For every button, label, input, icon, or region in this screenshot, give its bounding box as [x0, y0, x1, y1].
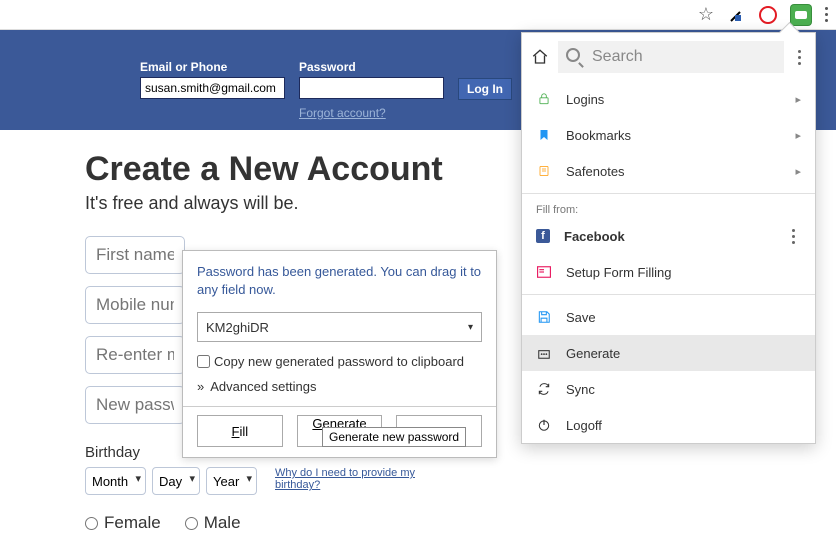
power-icon — [536, 417, 552, 433]
action-generate[interactable]: Generate — [522, 335, 815, 371]
browser-menu-icon[interactable] — [825, 7, 828, 22]
form-icon — [536, 264, 552, 280]
password-label: Password — [299, 60, 444, 74]
first-name-input[interactable] — [85, 236, 185, 274]
password-input[interactable] — [299, 77, 444, 99]
gender-female[interactable]: Female — [85, 513, 161, 533]
generator-message: Password has been generated. You can dra… — [197, 263, 482, 298]
month-select[interactable]: Month — [85, 467, 146, 495]
opera-icon[interactable] — [759, 6, 777, 24]
mobile-input[interactable] — [85, 286, 185, 324]
roboform-extension-icon[interactable] — [791, 5, 811, 25]
bookmark-star-icon[interactable] — [697, 6, 715, 24]
nav-bookmarks[interactable]: Bookmarks▸ — [522, 117, 815, 153]
setup-form-filling[interactable]: Setup Form Filling — [522, 254, 815, 290]
nav-safenotes[interactable]: Safenotes▸ — [522, 153, 815, 189]
bookmark-icon — [536, 127, 552, 143]
tooltip: Generate new password — [322, 427, 466, 447]
sync-icon — [536, 381, 552, 397]
roboform-panel: Search Logins▸ Bookmarks▸ Safenotes▸ Fil… — [521, 32, 816, 444]
extension-search-input[interactable]: Search — [558, 41, 784, 73]
nav-logins[interactable]: Logins▸ — [522, 81, 815, 117]
reenter-input[interactable] — [85, 336, 185, 374]
chevron-right-icon: ▸ — [795, 93, 801, 106]
login-button[interactable]: Log In — [458, 78, 512, 100]
generate-icon — [536, 345, 552, 361]
why-birthday-link[interactable]: Why do I need to provide my birthday? — [275, 467, 415, 491]
chevron-right-icon: ▸ — [795, 165, 801, 178]
extension-wand-icon[interactable] — [729, 7, 745, 23]
lock-icon — [536, 91, 552, 107]
item-menu-icon[interactable] — [786, 229, 801, 244]
forgot-account-link[interactable]: Forgot account? — [299, 106, 444, 120]
fill-from-label: Fill from: — [522, 198, 815, 218]
home-icon[interactable] — [530, 47, 550, 67]
note-icon — [536, 163, 552, 179]
year-select[interactable]: Year — [206, 467, 257, 495]
gender-male[interactable]: Male — [185, 513, 241, 533]
action-sync[interactable]: Sync — [522, 371, 815, 407]
email-label: Email or Phone — [140, 60, 285, 74]
new-password-input[interactable] — [85, 386, 185, 424]
dropdown-caret-icon[interactable]: ▾ — [468, 322, 473, 333]
fill-button[interactable]: Fill — [197, 415, 283, 447]
generated-password-field[interactable]: KM2ghiDR ▾ — [197, 312, 482, 342]
panel-menu-icon[interactable] — [792, 50, 807, 65]
search-icon — [566, 48, 586, 67]
chevron-right-icon: ▸ — [795, 129, 801, 142]
advanced-settings-toggle[interactable]: Advanced settings — [197, 379, 482, 394]
fill-from-facebook[interactable]: f Facebook — [522, 218, 815, 254]
save-icon — [536, 309, 552, 325]
action-save[interactable]: Save — [522, 299, 815, 335]
facebook-icon: f — [536, 229, 550, 243]
action-logoff[interactable]: Logoff — [522, 407, 815, 443]
day-select[interactable]: Day — [152, 467, 200, 495]
copy-to-clipboard-checkbox[interactable]: Copy new generated password to clipboard — [197, 354, 482, 369]
generated-password-value: KM2ghiDR — [206, 320, 269, 335]
email-input[interactable] — [140, 77, 285, 99]
